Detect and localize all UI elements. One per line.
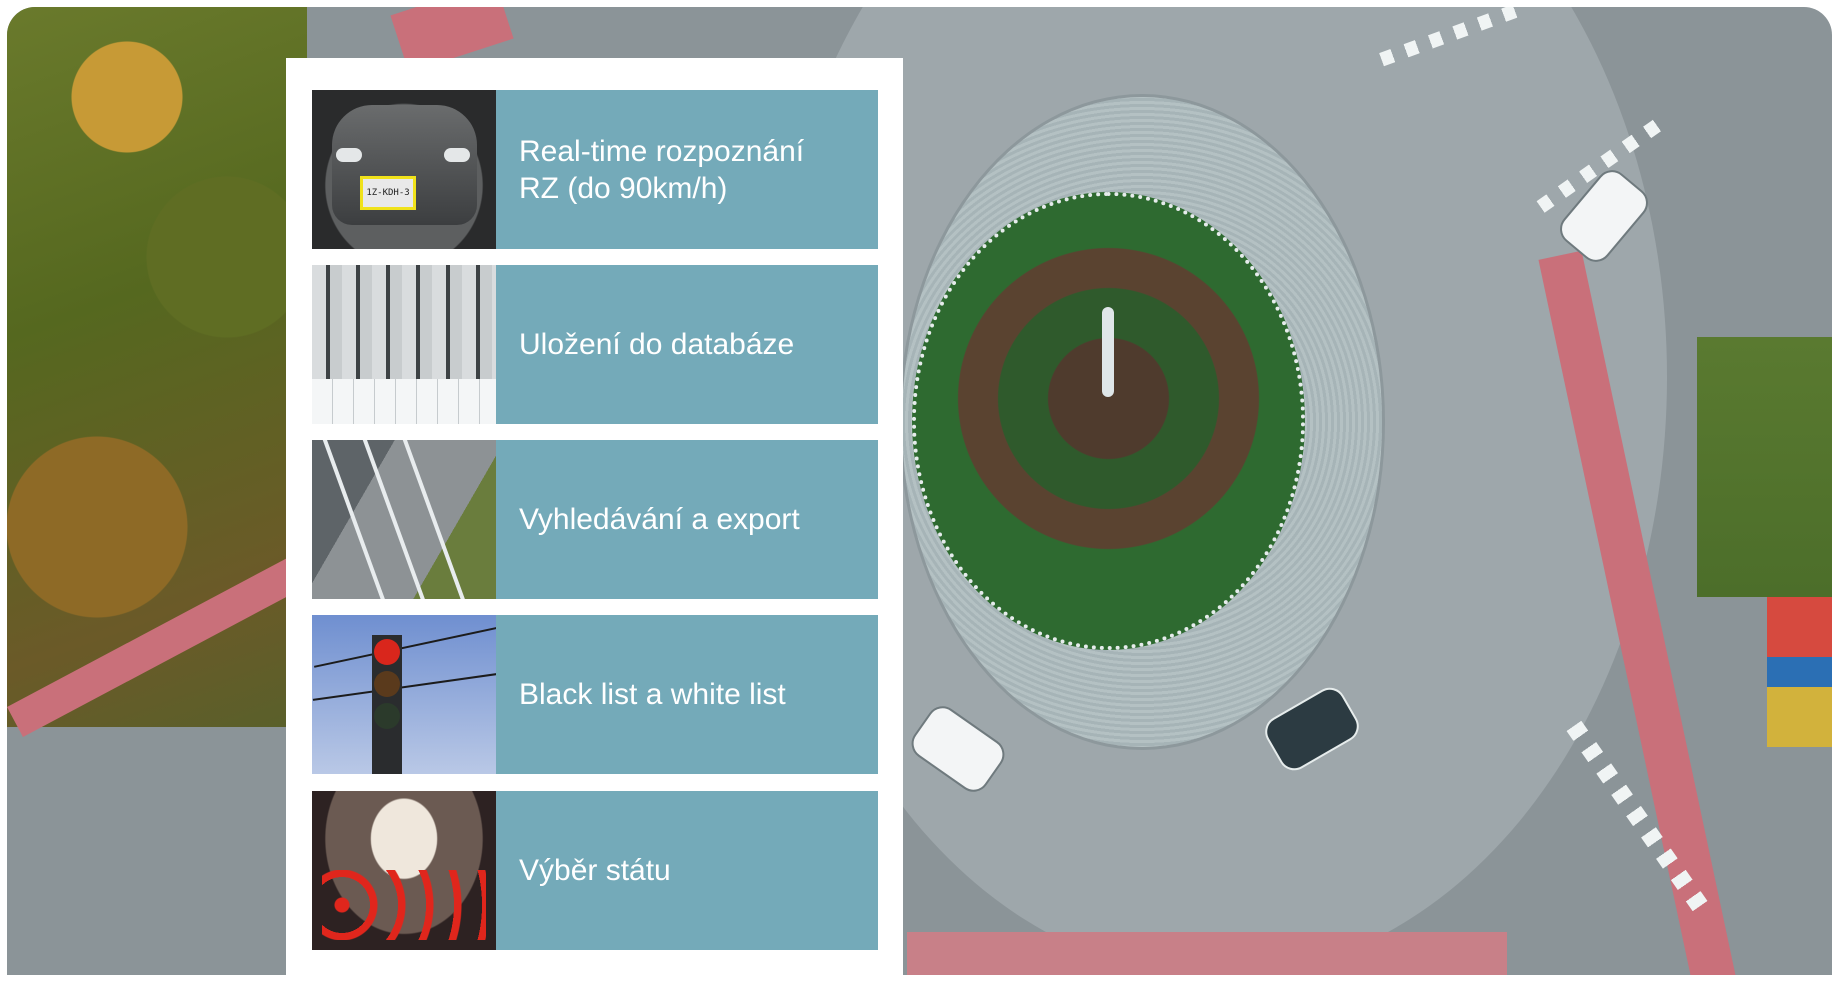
tail-lights bbox=[322, 870, 486, 940]
red-light bbox=[374, 639, 400, 665]
features-panel: 1Z-KDH-3 Real-time rozpoznání RZ (do 90k… bbox=[286, 58, 903, 1008]
slide-canvas bbox=[7, 7, 1832, 975]
server-floor bbox=[312, 379, 496, 424]
feature-label: Black list a white list bbox=[519, 678, 786, 711]
headlight bbox=[444, 148, 470, 162]
feature-plate-recognition: 1Z-KDH-3 Real-time rozpoznání RZ (do 90k… bbox=[312, 90, 878, 249]
license-plate: 1Z-KDH-3 bbox=[360, 176, 416, 210]
feature-country: Výběr státu bbox=[312, 791, 878, 950]
roundabout-aerial-photo bbox=[7, 7, 1832, 975]
wire bbox=[312, 671, 496, 701]
feature-label-box: Black list a white list bbox=[496, 615, 878, 774]
feature-label-box: Vyhledávání a export bbox=[496, 440, 878, 599]
tunnel-traffic-photo-icon bbox=[312, 791, 496, 950]
feature-label: Výběr státu bbox=[519, 854, 671, 887]
feature-label-box: Uložení do databáze bbox=[496, 265, 878, 424]
lane-marking bbox=[357, 440, 431, 599]
green-light bbox=[374, 703, 400, 729]
feature-label-box: Real-time rozpoznání RZ (do 90km/h) bbox=[496, 90, 878, 249]
flower-island bbox=[912, 192, 1305, 650]
lamp-post bbox=[1102, 307, 1114, 397]
lawn bbox=[1697, 337, 1832, 597]
feature-database: Uložení do databáze bbox=[312, 265, 878, 424]
highway-photo-icon bbox=[312, 440, 496, 599]
wire bbox=[313, 624, 496, 668]
feature-lists: Black list a white list bbox=[312, 615, 878, 774]
feature-label: Real-time rozpoznání RZ (do 90km/h) bbox=[519, 134, 805, 205]
car-license-plate-photo-icon: 1Z-KDH-3 bbox=[312, 90, 496, 249]
building-roof bbox=[1767, 597, 1832, 747]
feature-search-export: Vyhledávání a export bbox=[312, 440, 878, 599]
headlight bbox=[336, 148, 362, 162]
feature-label-box: Výběr státu bbox=[496, 791, 878, 950]
server-room-photo-icon bbox=[312, 265, 496, 424]
bike-path bbox=[907, 932, 1507, 975]
traffic-light-photo-icon bbox=[312, 615, 496, 774]
lane-marking bbox=[397, 440, 471, 599]
trees-area bbox=[7, 7, 307, 727]
amber-light bbox=[374, 671, 400, 697]
feature-label: Uložení do databáze bbox=[519, 328, 795, 361]
feature-label: Vyhledávání a export bbox=[519, 503, 800, 536]
lane-marking bbox=[317, 440, 391, 599]
